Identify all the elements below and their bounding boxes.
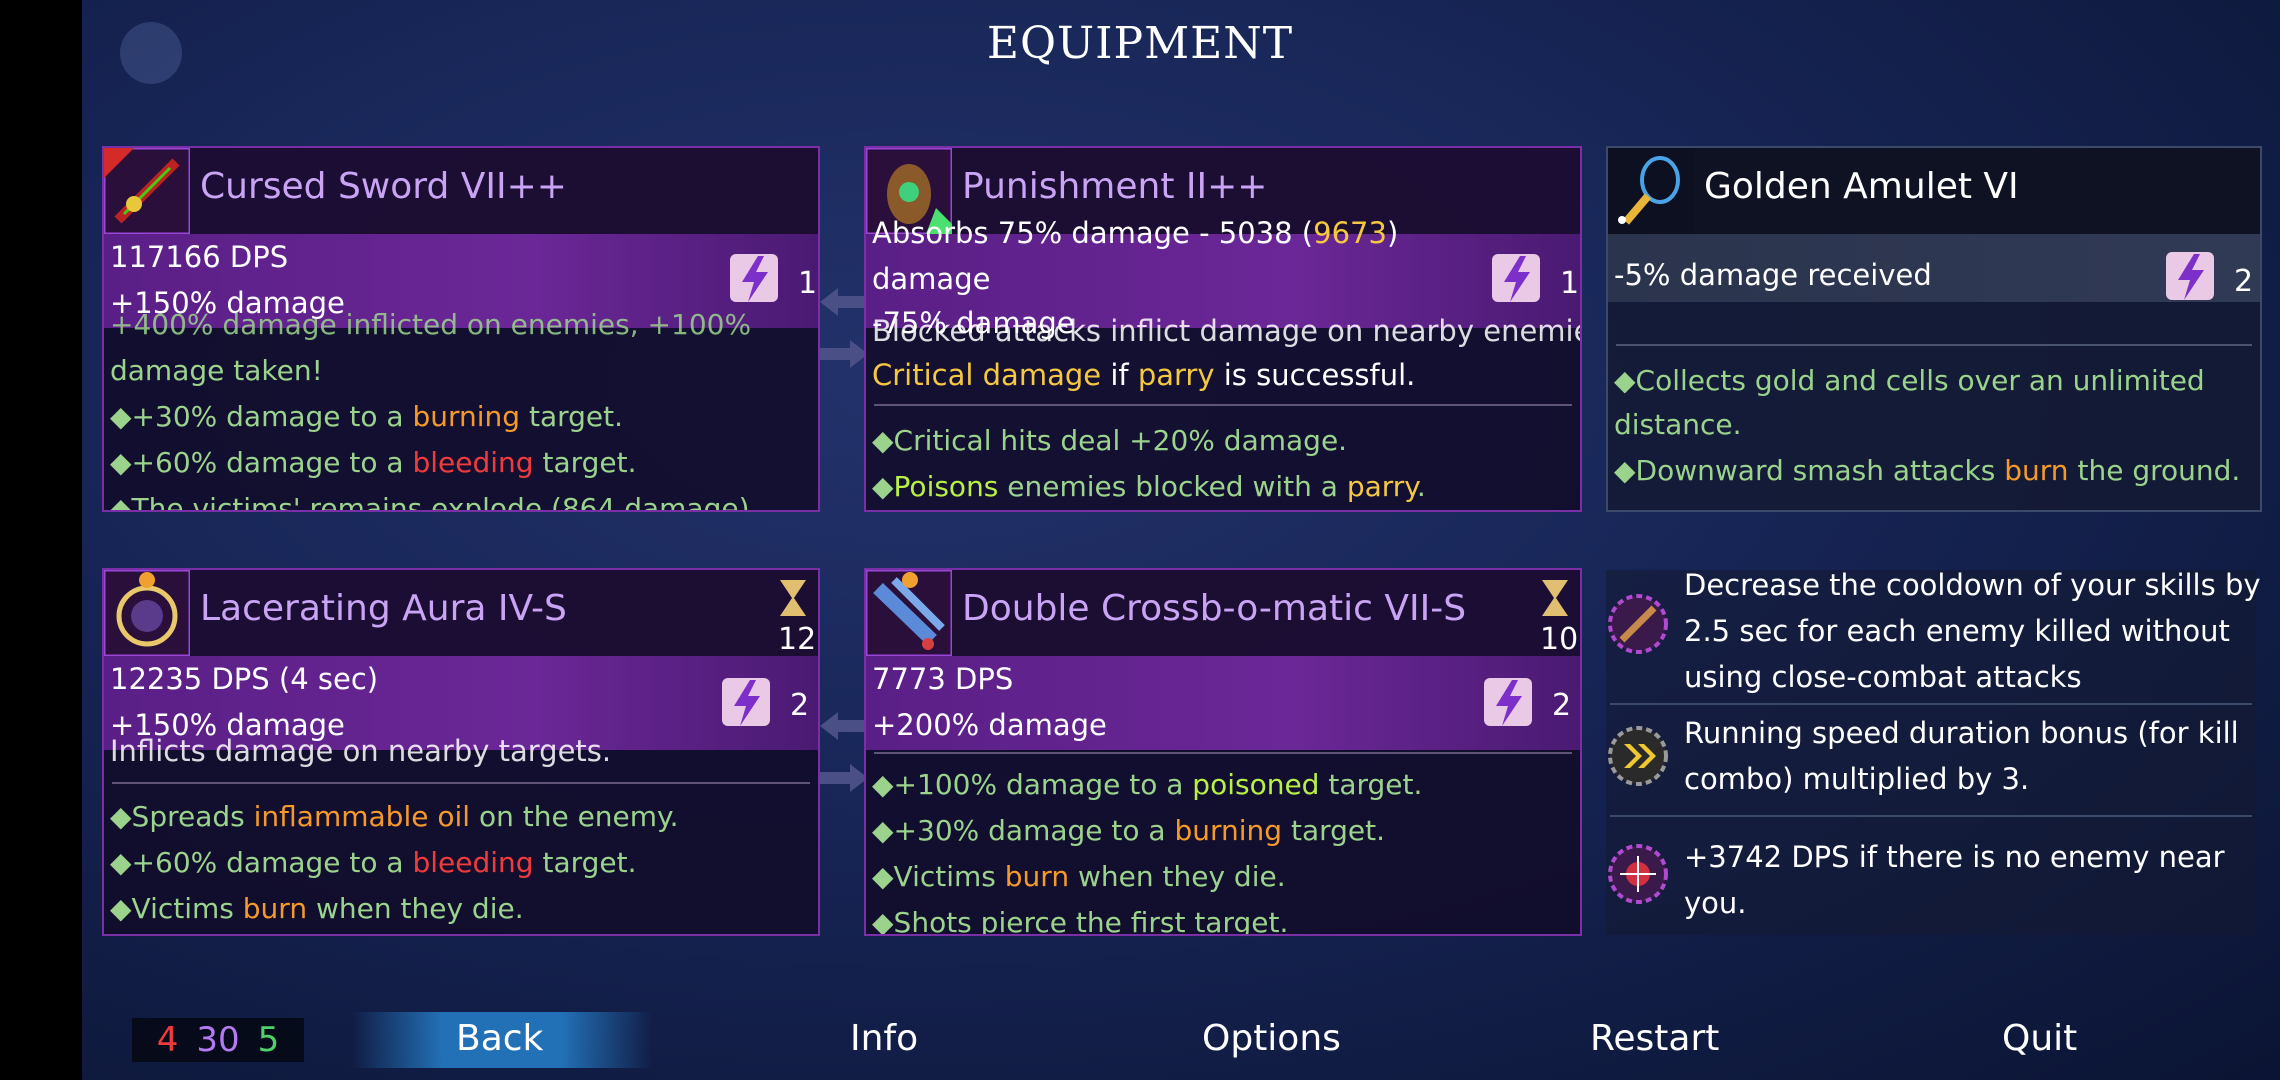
scroll-icon <box>730 254 778 302</box>
mutation-text: Running speed duration bonus (for kill c… <box>1684 716 2239 796</box>
scroll-count: 1 <box>798 266 818 301</box>
skill-name: Lacerating Aura IV-S <box>200 588 567 629</box>
info-button[interactable]: Info <box>850 1018 918 1059</box>
left-black-strip <box>0 0 82 1080</box>
bullet-burning: ◆+30% damage to a burning target. <box>872 814 1386 847</box>
partial-line: Blocked attacks inflict damage on nearby… <box>872 314 1582 348</box>
quit-button[interactable]: Quit <box>2002 1018 2077 1059</box>
skill-dps: 7773 DPS <box>872 662 1014 696</box>
weapon-name: Cursed Sword VII++ <box>200 166 567 207</box>
swap-left-arrow-icon[interactable] <box>820 712 868 740</box>
bullet-pierce: ◆Shots pierce the first target. <box>872 906 1289 936</box>
swap-left-arrow-icon[interactable] <box>820 288 868 316</box>
weapon-description: +400% damage inflicted on enemies, +100%… <box>110 308 808 512</box>
mutation-item[interactable]: Decrease the cooldown of your skills by … <box>1606 562 2261 702</box>
mutation-text: Decrease the cooldown of your skills by … <box>1684 568 2261 694</box>
divider <box>874 752 1572 754</box>
weapon-name: Punishment II++ <box>962 166 1268 207</box>
bullet-poisoned: ◆+100% damage to a poisoned target. <box>872 768 1423 801</box>
aura-icon <box>104 570 190 656</box>
dagger-mutation-icon <box>1608 594 1668 654</box>
swap-right-arrow-icon[interactable] <box>820 764 868 792</box>
divider <box>1610 703 2252 705</box>
count-green: 5 <box>257 1020 280 1060</box>
bullet-smash: ◆Downward smash attacks burn the ground. <box>1614 454 2241 487</box>
skill-bullets: ◆+100% damage to a poisoned target. ◆+30… <box>872 762 1570 936</box>
sword-icon <box>104 148 190 234</box>
weapon-dps: 117166 DPS <box>110 240 289 274</box>
speed-mutation-icon <box>1608 726 1668 786</box>
hourglass-icon <box>780 580 806 616</box>
scroll-count: 1 <box>1560 266 1580 301</box>
divider <box>1616 344 2252 346</box>
scroll-icon <box>722 678 770 726</box>
skill-name: Double Crossb-o-matic VII-S <box>962 588 1467 629</box>
mutation-item[interactable]: +3742 DPS if there is no enemy near you. <box>1606 834 2256 926</box>
amulet-stat: -5% damage received <box>1614 258 1932 292</box>
mutation-text: +3742 DPS if there is no enemy near you. <box>1684 840 2225 920</box>
scroll-icon <box>2166 252 2214 300</box>
amulet-card[interactable]: Golden Amulet VI -5% damage received 2 ◆… <box>1606 146 2262 512</box>
skill-bullets: ◆Spreads inflammable oil on the enemy. ◆… <box>110 794 808 932</box>
resource-counts: 4 30 5 <box>132 1018 304 1062</box>
bullet-collect: ◆Collects gold and cells over an unlimit… <box>1614 364 2205 397</box>
bullet-bleeding: ◆+60% damage to a bleeding target. <box>110 846 637 879</box>
skill-card-lacerating-aura[interactable]: Lacerating Aura IV-S 12 12235 DPS (4 sec… <box>102 568 820 936</box>
partial-line: Inflicts damage on nearby targets. <box>110 734 612 768</box>
skill-damage-bonus: +200% damage <box>872 708 1107 742</box>
bullet-oil: ◆Spreads inflammable oil on the enemy. <box>110 800 679 833</box>
bullet-collect-cont: distance. <box>1614 408 1742 441</box>
amulet-icon <box>1608 148 1694 234</box>
bullet-crit: ◆Critical hits deal +20% damage. <box>872 424 1348 457</box>
weapon-absorb: Absorbs 75% damage - 5038 (9673) <box>872 216 1399 250</box>
bullet-burn: ◆Victims burn when they die. <box>110 892 524 925</box>
partial-line: +400% damage inflicted on enemies, +100% <box>110 308 752 341</box>
divider <box>112 782 810 784</box>
scroll-count: 2 <box>2234 264 2254 299</box>
bullet-poison: ◆Poisons enemies blocked with a parry. <box>872 470 1426 503</box>
mutation-item[interactable]: Running speed duration bonus (for kill c… <box>1606 710 2256 802</box>
skill-dps: 12235 DPS (4 sec) <box>110 662 379 696</box>
weapon-card-punishment[interactable]: Punishment II++ Absorbs 75% damage - 503… <box>864 146 1582 512</box>
page-title: EQUIPMENT <box>986 18 1294 69</box>
scroll-icon <box>1484 678 1532 726</box>
swap-right-arrow-icon[interactable] <box>820 340 868 368</box>
bullet-bleeding: ◆+60% damage to a bleeding target. <box>110 446 637 479</box>
divider <box>874 404 1572 406</box>
count-red: 4 <box>156 1020 179 1060</box>
hourglass-icon <box>1542 580 1568 616</box>
weapon-damage: damage <box>872 262 991 296</box>
cooldown-value: 12 <box>778 622 817 657</box>
restart-button[interactable]: Restart <box>1590 1018 1719 1059</box>
count-purple: 30 <box>196 1020 240 1060</box>
options-button[interactable]: Options <box>1202 1018 1341 1059</box>
skill-card-double-crossbomatic[interactable]: Double Crossb-o-matic VII-S 10 7773 DPS … <box>864 568 1582 936</box>
scroll-icon <box>1492 254 1540 302</box>
weapon-bullets: ◆Critical hits deal +20% damage. ◆Poison… <box>872 418 1570 510</box>
target-mutation-icon <box>1608 844 1668 904</box>
cooldown-value: 10 <box>1540 622 1579 657</box>
scroll-count: 2 <box>1552 688 1572 723</box>
bullet-explode: ◆The victims' remains explode (864 damag… <box>110 492 750 512</box>
bullet-burning: ◆+30% damage to a burning target. <box>110 400 624 433</box>
scroll-count: 2 <box>790 688 810 723</box>
crossbow-turret-icon <box>866 570 952 656</box>
amulet-bullets: ◆Collects gold and cells over an unlimit… <box>1614 358 2250 494</box>
amulet-name: Golden Amulet VI <box>1704 166 2019 207</box>
bullet-burn: ◆Victims burn when they die. <box>872 860 1286 893</box>
desc-line: damage taken! <box>110 354 323 387</box>
back-button[interactable]: Back <box>456 1018 543 1059</box>
weapon-card-cursed-sword[interactable]: Cursed Sword VII++ 117166 DPS +150% dama… <box>102 146 820 512</box>
critical-line: Critical damage if parry is successful. <box>872 358 1416 392</box>
divider <box>1610 815 2252 817</box>
